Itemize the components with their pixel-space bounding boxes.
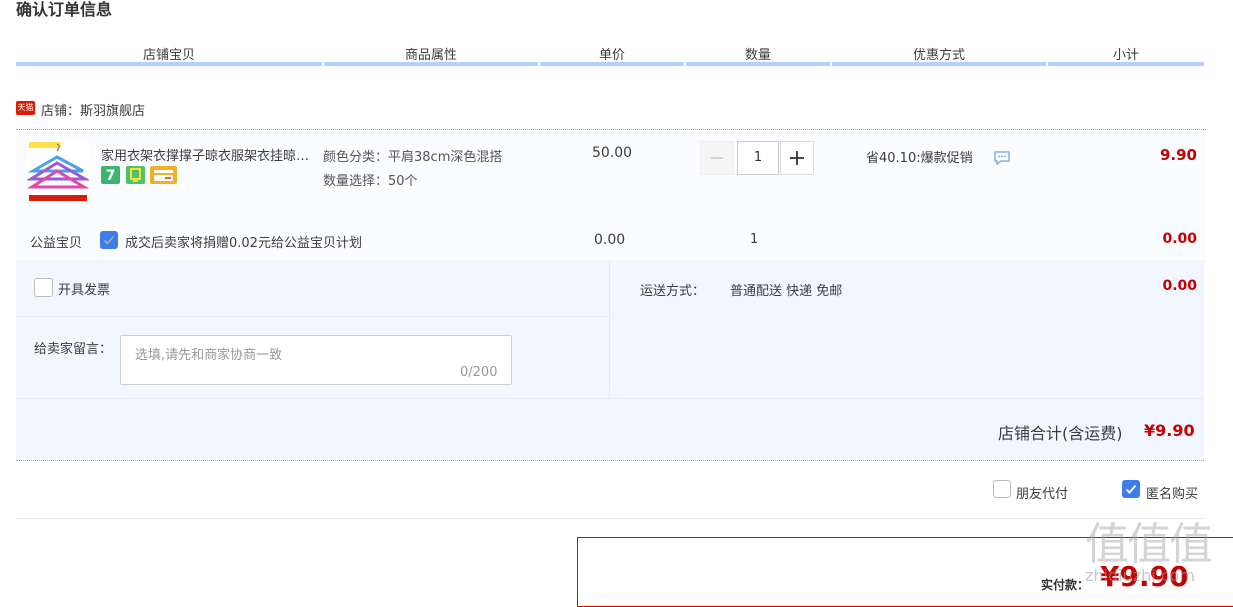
column-header-shop-item: 店铺宝贝 [142, 48, 195, 63]
shop-total-value: ¥9.90 [1144, 421, 1195, 440]
invoice-label[interactable]: 开具发票 [58, 279, 110, 298]
column-header-subtotal: 小计 [1112, 48, 1139, 63]
chat-bubble-icon[interactable] [994, 151, 1010, 169]
column-header-attributes: 商品属性 [404, 48, 457, 63]
shipping-cost: 0.00 [1162, 278, 1197, 294]
divider [16, 518, 1204, 519]
seven-day-return-icon[interactable]: 7 [101, 166, 120, 184]
charity-subtotal: 0.00 [1162, 231, 1197, 247]
charity-price: 0.00 [594, 232, 626, 248]
guarantee-icon[interactable] [126, 166, 145, 184]
charity-quantity: 1 [750, 232, 759, 247]
column-header-unit-price: 单价 [598, 48, 625, 63]
quantity-decrease-button[interactable] [700, 141, 734, 175]
quantity-input[interactable]: 1 [737, 141, 779, 175]
divider [16, 398, 1204, 399]
message-placeholder: 选填,请先和商家协商一致 [135, 348, 283, 363]
header-underline [1048, 62, 1204, 66]
product-title-link[interactable]: 家用衣架衣撑撑子晾衣服架衣挂晾衣架防滑无痕 [101, 145, 319, 164]
unit-price: 50.00 [592, 145, 633, 161]
tmall-shop-icon: 天猫 [16, 101, 35, 115]
quantity-increase-button[interactable] [780, 141, 814, 175]
actual-payment-label: 实付款： [1041, 578, 1090, 592]
item-subtotal: 9.90 [1159, 146, 1197, 164]
anonymous-purchase-checkbox[interactable] [1122, 480, 1140, 498]
promotion-text: 省40.10:爆款促销 [866, 151, 973, 166]
charity-checkbox[interactable] [100, 231, 118, 249]
charity-label: 公益宝贝 [30, 236, 83, 251]
hanger-product-icon [27, 141, 89, 203]
divider [609, 260, 610, 398]
header-underline [686, 62, 830, 66]
watermark-url: zhidiuzhi.com [1085, 566, 1195, 585]
header-underline [324, 62, 538, 66]
plus-icon [790, 151, 804, 165]
header-underline [540, 62, 684, 66]
friend-pay-label[interactable]: 朋友代付 [1016, 483, 1068, 502]
checkmark-icon [103, 235, 115, 245]
shop-name-link[interactable]: 店铺：斯羽旗舰店 [41, 100, 145, 119]
column-header-discount: 优惠方式 [912, 48, 965, 63]
attribute-quantity-option: 数量选择：50个 [323, 174, 418, 189]
checkmark-icon [1125, 484, 1137, 494]
anonymous-purchase-label[interactable]: 匿名购买 [1146, 483, 1198, 502]
shipping-method: 普通配送 快递 免邮 [730, 284, 843, 299]
attribute-color: 颜色分类：平肩38cm深色混搭 [323, 150, 503, 165]
column-header-quantity: 数量 [744, 48, 771, 63]
header-underline [832, 62, 1046, 66]
invoice-checkbox[interactable] [34, 278, 53, 297]
shop-total-label: 店铺合计(含运费) [998, 424, 1123, 443]
svg-text:7: 7 [106, 168, 116, 184]
minus-icon [711, 157, 723, 159]
credit-card-icon[interactable] [150, 166, 177, 184]
shipping-label: 运送方式： [640, 284, 706, 299]
friend-pay-checkbox[interactable] [993, 480, 1011, 498]
watermark: 值值值 [1085, 519, 1213, 570]
product-thumbnail[interactable] [27, 141, 89, 203]
message-label: 给卖家留言： [34, 342, 113, 357]
message-char-count: 0/200 [460, 365, 498, 380]
page-title: 确认订单信息 [16, 0, 113, 19]
header-underline [16, 62, 322, 66]
divider [16, 316, 609, 317]
charity-description: 成交后卖家将捐赠0.02元给公益宝贝计划 [125, 236, 362, 251]
